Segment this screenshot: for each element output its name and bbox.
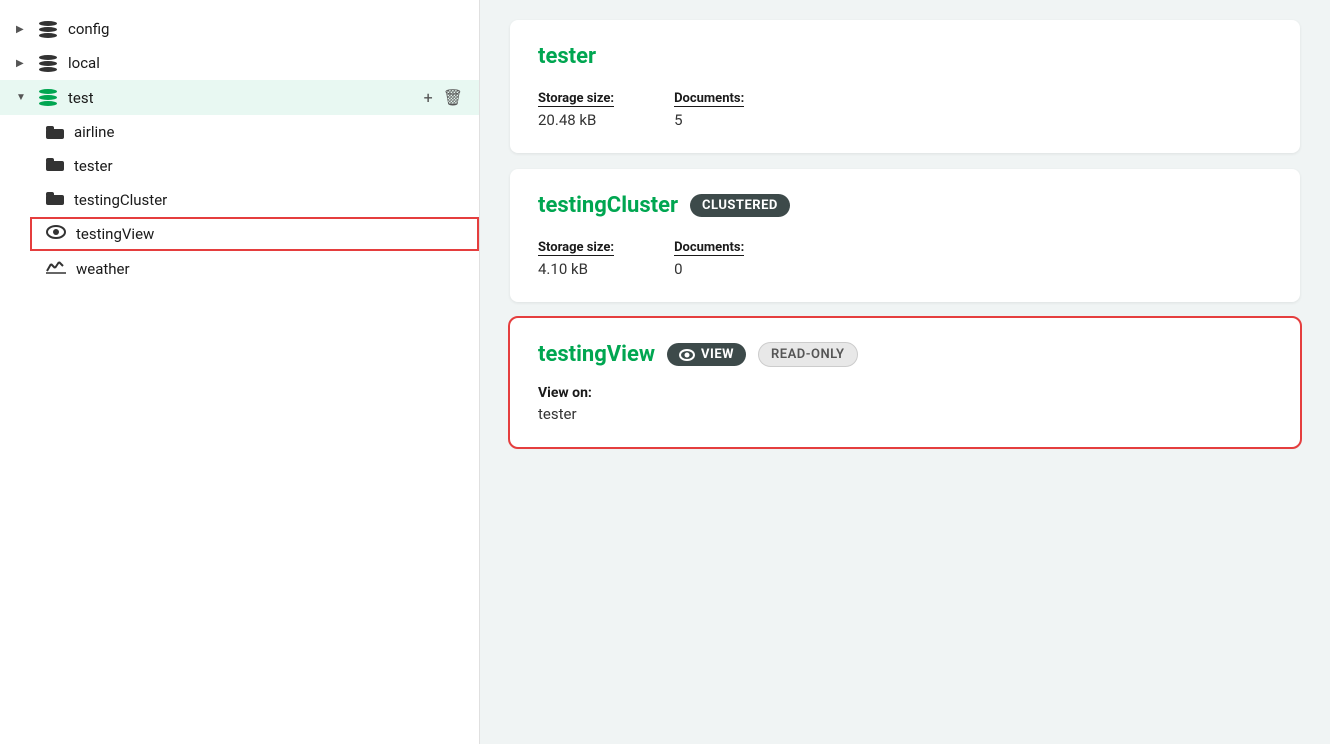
sidebar: ▶ config ▶ local ▼ test + 🗑 xyxy=(0,0,480,744)
storage-size-stat: Storage size: 20.48 kB xyxy=(538,87,614,129)
testingcluster-card: testingCluster CLUSTERED Storage size: 4… xyxy=(510,169,1300,302)
collection-name: testingCluster xyxy=(538,193,678,218)
sidebar-item-testingview[interactable]: testingView xyxy=(30,217,479,251)
view-badge-label: VIEW xyxy=(701,347,734,362)
folder-icon xyxy=(46,125,64,139)
database-icon-green xyxy=(38,89,58,106)
sidebar-item-label: testingView xyxy=(76,225,154,243)
folder-icon xyxy=(46,157,64,175)
eye-icon xyxy=(46,225,66,243)
delete-database-button[interactable]: 🗑 xyxy=(443,88,463,107)
documents-value: 0 xyxy=(674,260,744,278)
storage-size-value: 4.10 kB xyxy=(538,260,614,278)
clustered-badge: CLUSTERED xyxy=(690,194,790,217)
view-on-value: tester xyxy=(538,405,1272,423)
sidebar-item-label: local xyxy=(68,54,100,72)
chevron-right-icon: ▶ xyxy=(16,58,28,69)
timeseries-icon xyxy=(46,259,66,279)
sidebar-item-local[interactable]: ▶ local xyxy=(0,46,479,80)
card-title-testingview: testingView VIEW READ-ONLY xyxy=(538,342,1272,367)
view-badge: VIEW xyxy=(667,343,746,366)
view-on-label: View on: xyxy=(538,385,1272,401)
sidebar-item-label: test xyxy=(68,89,94,107)
sidebar-item-label: testingCluster xyxy=(74,191,167,209)
sidebar-item-label: airline xyxy=(74,123,114,141)
card-title-tester: tester xyxy=(538,44,1272,69)
storage-size-label: Storage size: xyxy=(538,240,614,256)
readonly-badge: READ-ONLY xyxy=(758,342,858,367)
documents-label: Documents: xyxy=(674,240,744,256)
collection-name: tester xyxy=(538,44,596,69)
sidebar-item-label: weather xyxy=(76,260,130,278)
storage-size-label: Storage size: xyxy=(538,91,614,107)
documents-value: 5 xyxy=(674,111,744,129)
add-collection-button[interactable]: + xyxy=(424,88,433,107)
testingview-card: testingView VIEW READ-ONLY View on: test… xyxy=(510,318,1300,447)
main-content: tester Storage size: 20.48 kB Documents:… xyxy=(480,0,1330,744)
view-on-section: View on: tester xyxy=(538,385,1272,423)
sidebar-item-airline[interactable]: airline xyxy=(30,115,479,149)
documents-stat: Documents: 0 xyxy=(674,236,744,278)
chevron-down-icon: ▼ xyxy=(16,92,28,103)
sidebar-item-test[interactable]: ▼ test + 🗑 xyxy=(0,80,479,115)
documents-stat: Documents: 5 xyxy=(674,87,744,129)
folder-icon xyxy=(46,191,64,209)
sidebar-item-weather[interactable]: weather xyxy=(30,251,479,287)
card-title-testingcluster: testingCluster CLUSTERED xyxy=(538,193,1272,218)
sidebar-item-tester[interactable]: tester xyxy=(30,149,479,183)
sidebar-item-label: tester xyxy=(74,157,113,175)
storage-size-value: 20.48 kB xyxy=(538,111,614,129)
sidebar-item-config[interactable]: ▶ config xyxy=(0,12,479,46)
tester-card: tester Storage size: 20.48 kB Documents:… xyxy=(510,20,1300,153)
test-children: airline tester testingCluster xyxy=(0,115,479,287)
action-icons: + 🗑 xyxy=(424,88,463,107)
view-name: testingView xyxy=(538,342,655,367)
view-eye-icon xyxy=(679,349,695,361)
chevron-right-icon: ▶ xyxy=(16,24,28,35)
card-stats: Storage size: 4.10 kB Documents: 0 xyxy=(538,236,1272,278)
documents-label: Documents: xyxy=(674,91,744,107)
database-icon xyxy=(38,55,58,72)
storage-size-stat: Storage size: 4.10 kB xyxy=(538,236,614,278)
sidebar-item-label: config xyxy=(68,20,109,38)
database-icon xyxy=(38,21,58,38)
card-stats: Storage size: 20.48 kB Documents: 5 xyxy=(538,87,1272,129)
sidebar-item-testingcluster[interactable]: testingCluster xyxy=(30,183,479,217)
